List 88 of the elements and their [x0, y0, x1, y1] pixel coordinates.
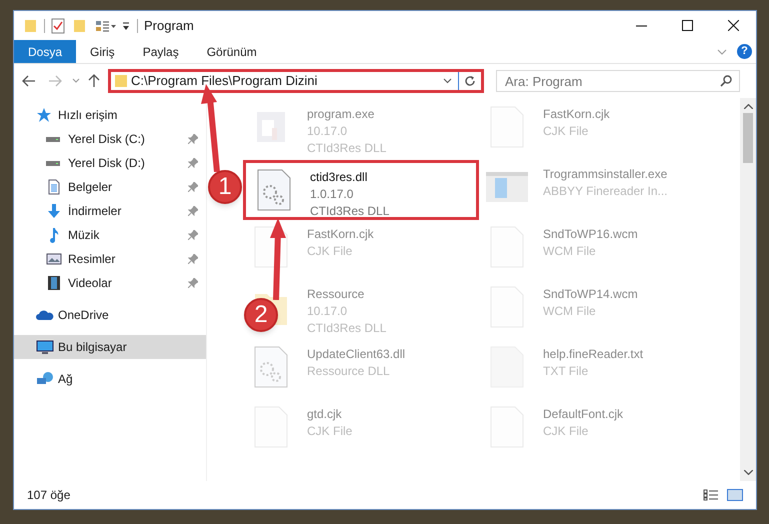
file-detail: CJK File [543, 123, 590, 140]
file-detail: CTId3Res DLL [307, 320, 386, 337]
search-icon [720, 75, 732, 87]
folder-icon [115, 74, 127, 88]
view-options-icon[interactable] [95, 18, 117, 32]
pin-icon[interactable] [188, 254, 198, 264]
scrollbar-thumb[interactable] [743, 113, 753, 163]
sidebar-item[interactable]: Ağ [14, 367, 206, 391]
file-name: help.fineReader.txt [543, 346, 644, 363]
file-item[interactable]: ctid3res.dll 1.0.17.0 CTId3Res DLL [243, 160, 479, 220]
gear-file-icon [257, 169, 291, 211]
ribbon-tab[interactable]: Giriş [76, 40, 129, 63]
sidebar-item[interactable]: Hızlı erişim [14, 103, 206, 127]
ribbon-tab[interactable]: Dosya [14, 40, 76, 63]
pin-icon[interactable] [188, 134, 198, 144]
sidebar-item[interactable]: Bu bilgisayar [14, 335, 206, 359]
file-detail: 10.17.0 [307, 123, 348, 140]
gear-file-icon [254, 346, 288, 388]
ribbon-tab[interactable]: Paylaş [128, 40, 193, 63]
file-name: SndToWP16.wcm [543, 226, 638, 243]
large-icons-view-icon[interactable] [727, 489, 743, 501]
file-detail: 10.17.0 [307, 303, 348, 320]
file-name: DefaultFont.cjk [543, 406, 624, 423]
file-detail: CTId3Res DLL [310, 203, 390, 220]
refresh-icon[interactable] [464, 75, 476, 87]
file-name: UpdateClient63.dll [307, 346, 406, 363]
file-detail: WCM File [543, 243, 597, 260]
sidebar-item[interactable]: Belgeler [14, 175, 206, 199]
up-arrow-icon[interactable] [88, 74, 100, 88]
file-detail: WCM File [543, 303, 597, 320]
ribbon-tab[interactable]: Görünüm [192, 40, 271, 63]
monitor-icon [36, 339, 54, 355]
item-count: 107 öğe [27, 487, 70, 504]
file-detail: 1.0.17.0 [310, 186, 354, 203]
file-detail: CJK File [307, 243, 354, 260]
details-view-icon[interactable] [703, 489, 719, 501]
pin-icon[interactable] [188, 206, 198, 216]
pin-icon[interactable] [188, 158, 198, 168]
file-name: FastKorn.cjk [307, 226, 374, 243]
properties-icon [51, 18, 65, 34]
minimize-icon [636, 24, 646, 26]
maximize-icon [682, 20, 692, 31]
window-title: Program [144, 16, 194, 35]
file-detail: ABBYY Finereader In... [543, 183, 668, 200]
file-detail: TXT File [543, 363, 590, 380]
search-field[interactable]: Ara: Program [496, 70, 740, 92]
sidebar-item[interactable]: İndirmeler [14, 199, 206, 223]
scroll-down-icon[interactable] [744, 470, 752, 475]
scrollbar[interactable] [740, 98, 756, 481]
file-detail: Ressource DLL [307, 363, 391, 380]
document-icon [46, 179, 62, 195]
file-detail: CJK File [307, 423, 352, 440]
file-name: SndToWP14.wcm [543, 286, 638, 303]
film-icon [46, 275, 62, 291]
sidebar-item[interactable]: Videolar [14, 271, 206, 295]
back-arrow-icon[interactable] [22, 75, 36, 87]
drive-icon [46, 136, 60, 142]
sidebar-item[interactable]: Yerel Disk (D:) [14, 151, 206, 175]
folder-icon [24, 18, 38, 32]
download-icon [46, 203, 62, 219]
sidebar-item[interactable]: Yerel Disk (C:) [14, 127, 206, 151]
close-icon [728, 20, 738, 31]
forward-arrow-icon[interactable] [48, 75, 62, 87]
file-detail: CJK File [543, 423, 590, 440]
pin-icon[interactable] [188, 182, 198, 192]
pin-icon[interactable] [188, 230, 198, 240]
star-icon [36, 107, 52, 123]
pin-icon[interactable] [188, 278, 198, 288]
new-folder-icon [73, 18, 87, 32]
scroll-up-icon[interactable] [744, 104, 752, 109]
address-path: C:\Program Files\Program Dizini [131, 72, 318, 90]
drive-icon [46, 160, 60, 166]
file-name: gtd.cjk [307, 406, 343, 423]
network-icon [36, 371, 54, 387]
help-button[interactable]: ? [737, 44, 752, 59]
address-bar[interactable]: C:\Program Files\Program Dizini [108, 69, 484, 93]
sidebar-item[interactable]: Resimler [14, 247, 206, 271]
file-name: program.exe [307, 106, 376, 123]
sidebar-item[interactable]: OneDrive [14, 303, 206, 327]
chevron-down-icon[interactable] [443, 78, 452, 84]
picture-icon [46, 251, 62, 267]
file-name: Ressource [307, 286, 366, 303]
dropdown-icon[interactable] [121, 20, 131, 30]
file-name: FastKorn.cjk [543, 106, 610, 123]
file-detail: CTId3Res DLL [307, 140, 386, 157]
file-name: Trogrammsinstaller.exe [543, 166, 668, 183]
sidebar-item[interactable]: Müzik [14, 223, 206, 247]
file-name: ctid3res.dll [310, 169, 368, 186]
